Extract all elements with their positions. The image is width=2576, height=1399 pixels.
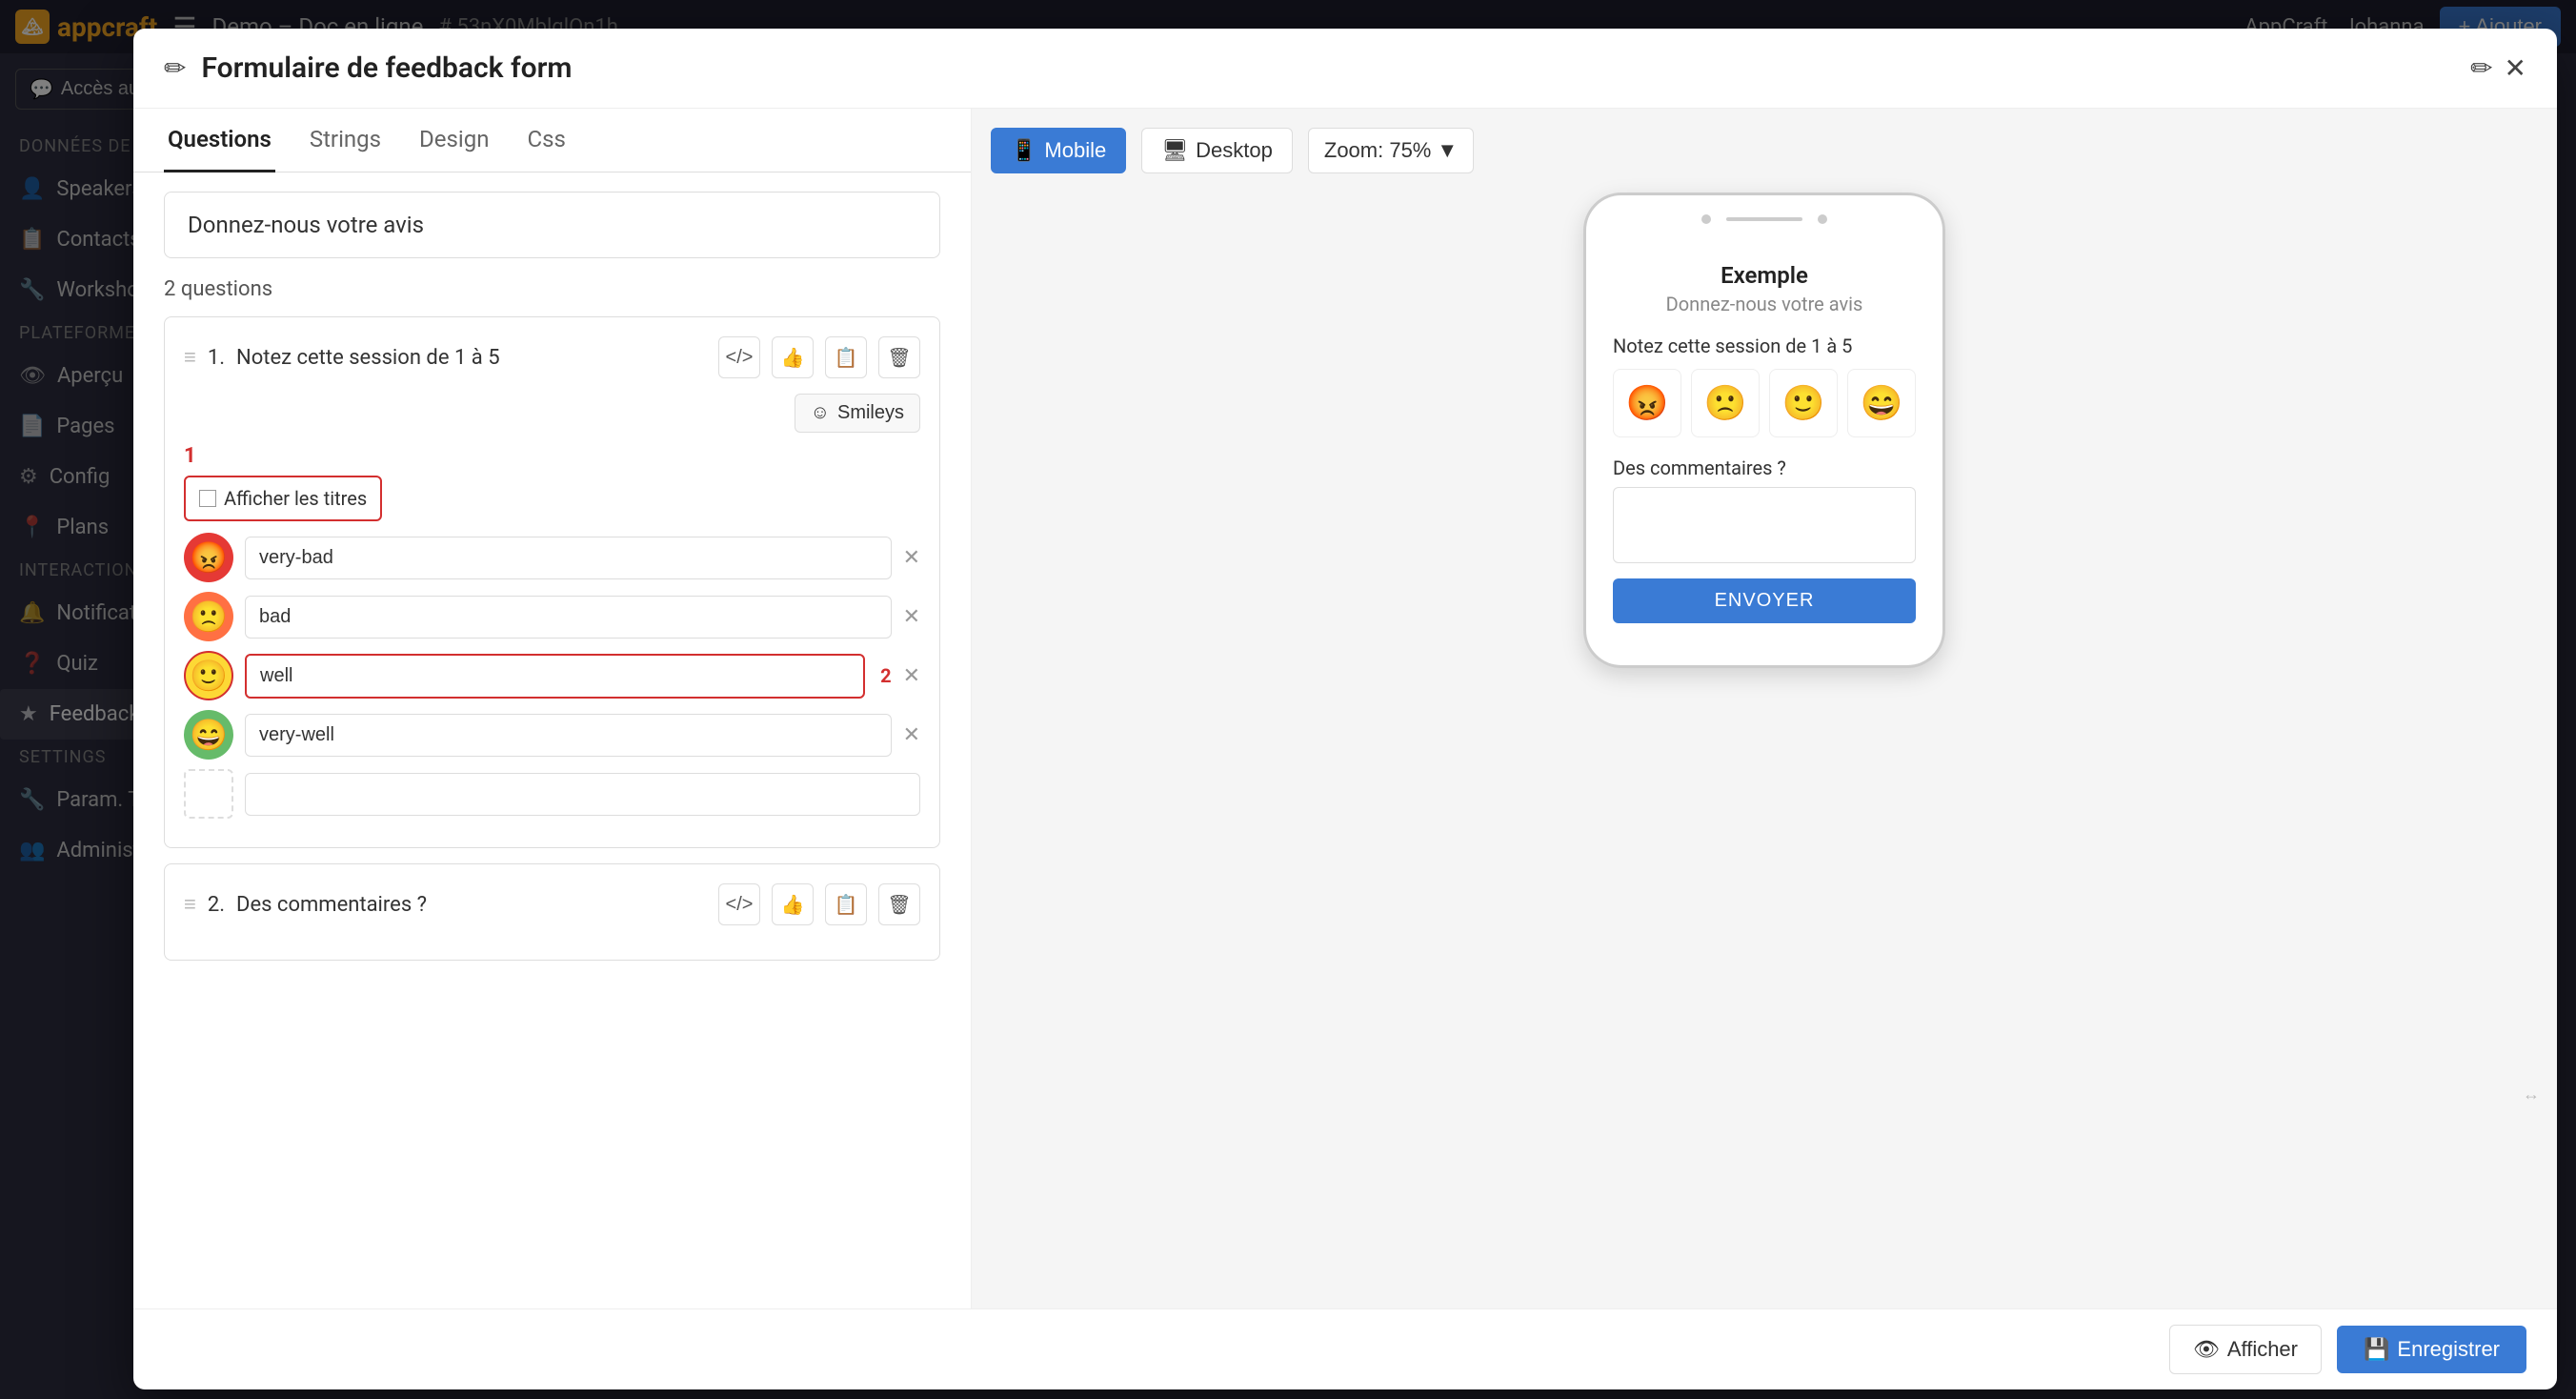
tab-design[interactable]: Design xyxy=(415,109,493,172)
tab-css[interactable]: Css xyxy=(523,109,569,172)
question-1-delete-btn[interactable]: 🗑 xyxy=(878,336,920,378)
phone-send-btn[interactable]: ENVOYER xyxy=(1613,578,1916,623)
save-icon: 💾 xyxy=(2364,1337,2389,1362)
left-content: Donnez-nous votre avis 2 questions ≡ 1. … xyxy=(133,172,971,1308)
emoji-row-very-well: 😄 ✕ xyxy=(184,710,920,760)
question-2-delete-btn[interactable]: 🗑 xyxy=(878,883,920,925)
modal-header: ✏ Formulaire de feedback form ✏ ✕ xyxy=(133,29,2557,109)
phone-emoji-2: 🙁 xyxy=(1691,369,1760,437)
show-icon: 👁 xyxy=(2193,1337,2220,1362)
smiley-icon: ☺ xyxy=(811,402,830,424)
emoji-input-empty[interactable] xyxy=(245,773,920,816)
phone-dot-1 xyxy=(1701,214,1711,224)
question-2-thumb-btn[interactable]: 👍 xyxy=(772,883,814,925)
phone-emoji-4: 😄 xyxy=(1847,369,1916,437)
modal-title-icon: ✏ xyxy=(164,52,186,84)
phone-content: Exemple Donnez-nous votre avis Notez cet… xyxy=(1598,239,1931,646)
phone-dot-2 xyxy=(1818,214,1827,224)
mobile-icon: 📱 xyxy=(1011,138,1036,163)
show-titles-box: Afficher les titres xyxy=(184,476,382,521)
preview-controls: 📱 Mobile 🖥 Desktop Zoom: 75% ▼ xyxy=(991,128,2538,173)
annotation-1: 1 xyxy=(184,444,920,468)
modal-close-button[interactable]: ✕ xyxy=(2505,52,2526,84)
tabs: Questions Strings Design Css xyxy=(133,109,971,172)
emoji-row-bad: 🙁 ✕ xyxy=(184,592,920,641)
question-1-block: ≡ 1. Notez cette session de 1 à 5 </> 👍 … xyxy=(164,316,940,848)
emoji-row-empty xyxy=(184,769,920,819)
annotation-2: 2 xyxy=(880,664,891,687)
phone-emoji-3: 🙂 xyxy=(1769,369,1838,437)
desktop-icon: 🖥 xyxy=(1161,138,1188,163)
desktop-label: Desktop xyxy=(1196,138,1273,163)
question-1-title: Notez cette session de 1 à 5 xyxy=(236,346,707,370)
show-titles-checkbox[interactable] xyxy=(199,490,216,507)
emoji-delete-very-well[interactable]: ✕ xyxy=(903,722,920,747)
emoji-input-very-well[interactable] xyxy=(245,714,892,757)
zoom-label: Zoom: 75% xyxy=(1324,138,1432,163)
question-1-copy-btn[interactable]: 📋 xyxy=(825,336,867,378)
question-1-thumb-btn[interactable]: 👍 xyxy=(772,336,814,378)
question-1-header: ≡ 1. Notez cette session de 1 à 5 </> 👍 … xyxy=(184,336,920,378)
save-button[interactable]: 💾 Enregistrer xyxy=(2337,1326,2526,1373)
tab-strings[interactable]: Strings xyxy=(306,109,385,172)
phone-title: Exemple xyxy=(1613,262,1916,289)
question-2-copy-btn[interactable]: 📋 xyxy=(825,883,867,925)
smiley-label: Smileys xyxy=(837,402,904,424)
show-label: Afficher xyxy=(2227,1337,2298,1362)
desktop-preview-btn[interactable]: 🖥 Desktop xyxy=(1141,128,1293,173)
emoji-input-bad[interactable] xyxy=(245,596,892,639)
question-2-code-btn[interactable]: </> xyxy=(718,883,760,925)
phone-notch xyxy=(1598,214,1931,224)
resize-handle[interactable]: ↔ xyxy=(2523,1085,2542,1104)
right-panel: 📱 Mobile 🖥 Desktop Zoom: 75% ▼ xyxy=(972,109,2557,1308)
drag-handle-2[interactable]: ≡ xyxy=(184,892,196,917)
show-button[interactable]: 👁 Afficher xyxy=(2169,1325,2322,1374)
phone-bar xyxy=(1726,217,1802,221)
smiley-type-btn[interactable]: ☺ Smileys xyxy=(795,394,920,433)
emoji-very-well: 😄 xyxy=(184,710,233,760)
question-1-number: 1. xyxy=(208,346,225,370)
emoji-row-well: 🙂 2 ✕ xyxy=(184,651,920,700)
emoji-input-very-bad[interactable] xyxy=(245,537,892,579)
emoji-delete-very-bad[interactable]: ✕ xyxy=(903,545,920,570)
modal-body: Questions Strings Design Css Donnez-nous… xyxy=(133,109,2557,1308)
emoji-delete-bad[interactable]: ✕ xyxy=(903,604,920,629)
modal-footer: 👁 Afficher 💾 Enregistrer xyxy=(133,1308,2557,1389)
questions-count: 2 questions xyxy=(164,277,940,301)
zoom-chevron: ▼ xyxy=(1437,138,1458,163)
phone-emojis: 😡 🙁 🙂 😄 xyxy=(1613,369,1916,437)
form-title: Donnez-nous votre avis xyxy=(164,192,940,258)
save-label: Enregistrer xyxy=(2397,1337,2500,1362)
drag-handle-1[interactable]: ≡ xyxy=(184,345,196,370)
tab-questions[interactable]: Questions xyxy=(164,109,275,172)
modal-title: Formulaire de feedback form xyxy=(201,51,2455,85)
question-2-number: 2. xyxy=(208,893,225,917)
modal-edit-button[interactable]: ✏ xyxy=(2470,52,2492,84)
modal: ✏ Formulaire de feedback form ✏ ✕ Questi… xyxy=(133,29,2557,1389)
question-2-block: ≡ 2. Des commentaires ? </> 👍 📋 🗑 xyxy=(164,863,940,961)
phone-textarea xyxy=(1613,487,1916,563)
emoji-delete-well[interactable]: ✕ xyxy=(903,663,920,688)
emoji-empty-box xyxy=(184,769,233,819)
mobile-preview-btn[interactable]: 📱 Mobile xyxy=(991,128,1126,173)
emoji-very-bad: 😡 xyxy=(184,533,233,582)
zoom-btn[interactable]: Zoom: 75% ▼ xyxy=(1308,128,1474,173)
modal-header-actions: ✏ ✕ xyxy=(2470,52,2526,84)
emoji-input-well[interactable] xyxy=(245,654,865,699)
emoji-bad: 🙁 xyxy=(184,592,233,641)
phone-question-2: Des commentaires ? xyxy=(1613,456,1916,479)
emoji-row-very-bad: 😡 ✕ xyxy=(184,533,920,582)
question-2-title: Des commentaires ? xyxy=(236,893,707,917)
phone-emoji-1: 😡 xyxy=(1613,369,1681,437)
phone-question-1: Notez cette session de 1 à 5 xyxy=(1613,335,1916,357)
show-titles-label: Afficher les titres xyxy=(224,487,367,510)
left-panel: Questions Strings Design Css Donnez-nous… xyxy=(133,109,972,1308)
question-1-code-btn[interactable]: </> xyxy=(718,336,760,378)
phone-subtitle: Donnez-nous votre avis xyxy=(1613,293,1916,315)
phone-mockup: Exemple Donnez-nous votre avis Notez cet… xyxy=(1583,193,1945,668)
mobile-label: Mobile xyxy=(1044,138,1106,163)
emoji-well: 🙂 xyxy=(184,651,233,700)
question-2-header: ≡ 2. Des commentaires ? </> 👍 📋 🗑 xyxy=(184,883,920,925)
